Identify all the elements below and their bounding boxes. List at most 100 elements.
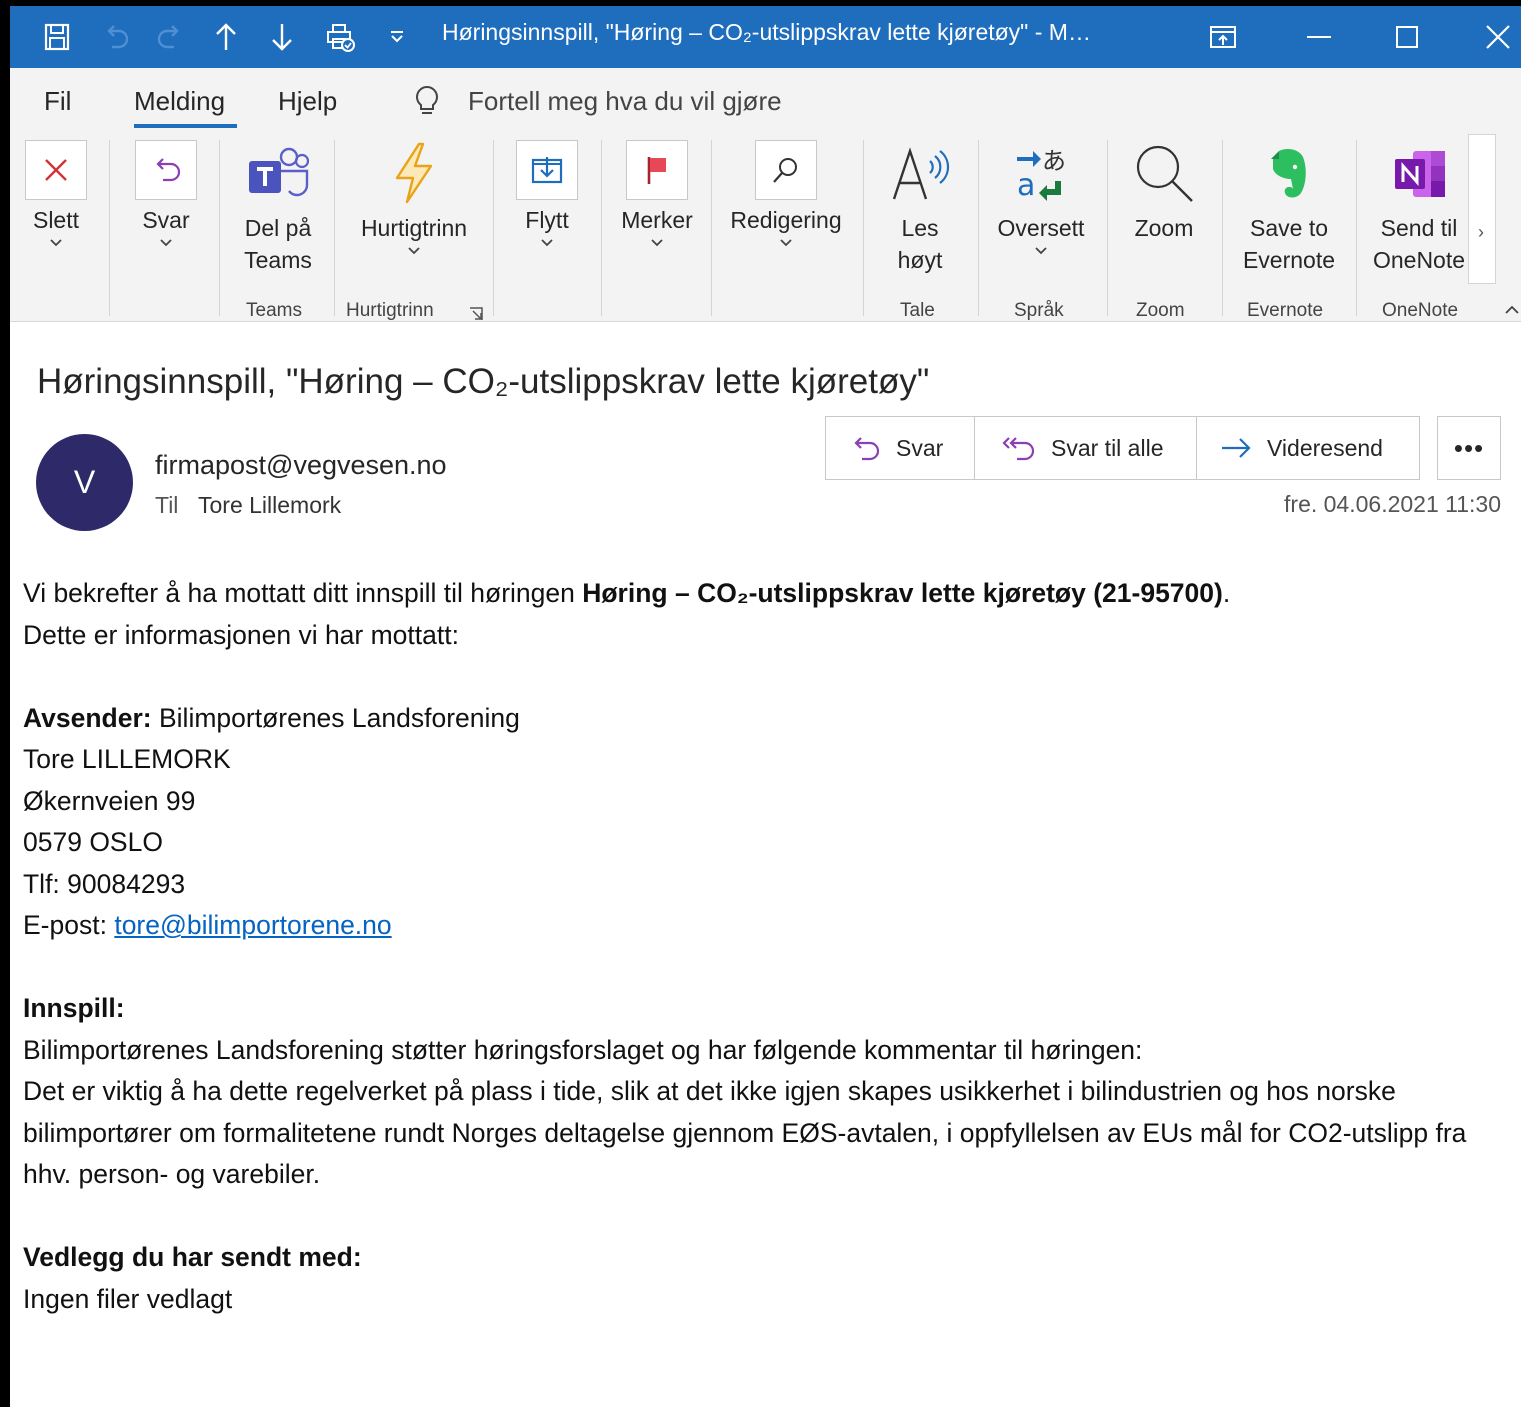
- chevron-down-icon: [160, 239, 172, 247]
- editing-button[interactable]: Redigering: [724, 134, 848, 284]
- window-title: Høringsinnspill, "Høring – CO₂-utslippsk…: [442, 19, 1091, 45]
- more-actions-button[interactable]: •••: [1437, 416, 1501, 480]
- quicksteps-button[interactable]: Hurtigtrinn: [350, 134, 478, 284]
- ribbon-divider: [863, 140, 864, 316]
- sender-street: Økernveien 99: [23, 785, 196, 816]
- arrow-up-icon[interactable]: [207, 18, 245, 56]
- tags-button[interactable]: Merker: [617, 134, 697, 284]
- svg-text:a: a: [1017, 168, 1035, 203]
- tab-fil[interactable]: Fil: [44, 86, 71, 117]
- quicksteps-label: Hurtigtrinn: [360, 215, 468, 241]
- onenote-label-2: OneNote: [1372, 247, 1466, 273]
- share-to-teams-button[interactable]: Del på Teams: [234, 134, 322, 284]
- body-intro-bold: Høring – CO₂-utslippskrav lette kjøretøy…: [582, 578, 1223, 608]
- body-intro-end: .: [1222, 578, 1231, 608]
- screenshot-frame: Høringsinnspill, "Høring – CO₂-utslippsk…: [0, 0, 1521, 1407]
- onenote-label-1: Send til: [1380, 215, 1458, 241]
- ribbon-divider: [493, 140, 494, 316]
- ribbon-divider: [1222, 140, 1223, 316]
- delete-icon: [25, 140, 87, 200]
- redo-icon[interactable]: [151, 18, 189, 56]
- reply-all-action-label: Svar til alle: [1051, 434, 1164, 461]
- sender-phone: Tlf: 90084293: [23, 868, 186, 899]
- ribbon-divider: [334, 140, 335, 316]
- sender-org: Bilimportørenes Landsforening: [151, 702, 520, 733]
- evernote-label-1: Save to: [1250, 215, 1328, 241]
- tab-hjelp[interactable]: Hjelp: [278, 86, 337, 117]
- evernote-label-2: Evernote: [1242, 247, 1336, 273]
- translate-icon: あa: [1006, 138, 1076, 208]
- ribbon-scroll-button[interactable]: [1468, 134, 1496, 284]
- close-icon[interactable]: [1475, 14, 1521, 60]
- group-label-zoom: Zoom: [1136, 300, 1185, 321]
- teams-label-2: Teams: [244, 247, 312, 273]
- input-paragraph: Det er viktig å ha dette regelverket på …: [23, 1076, 1467, 1189]
- recipient-name[interactable]: Tore Lillemork: [198, 492, 341, 519]
- read-aloud-icon: [885, 138, 955, 208]
- reply-action-button[interactable]: Svar: [826, 417, 975, 479]
- reply-all-action-button[interactable]: Svar til alle: [975, 417, 1197, 479]
- customize-toolbar-icon[interactable]: [378, 18, 416, 56]
- move-folder-icon: [516, 140, 578, 200]
- sender-address[interactable]: firmapost@vegvesen.no: [155, 450, 447, 481]
- teams-label-1: Del på: [244, 215, 312, 241]
- input-label: Innspill:: [23, 993, 125, 1023]
- send-to-onenote-button[interactable]: Send til OneNote: [1372, 134, 1466, 284]
- group-label-language: Språk: [1014, 300, 1064, 321]
- outlook-message-window: Høringsinnspill, "Høring – CO₂-utslippsk…: [10, 6, 1521, 1407]
- active-tab-indicator: [134, 124, 237, 128]
- ribbon-display-options-icon[interactable]: [1200, 14, 1246, 60]
- forward-action-button[interactable]: Videresend: [1197, 417, 1419, 479]
- chevron-down-icon: [50, 239, 62, 247]
- minimize-icon[interactable]: [1296, 14, 1342, 60]
- forward-action-label: Videresend: [1267, 434, 1383, 461]
- undo-icon[interactable]: [97, 18, 135, 56]
- body-intro-line2: Dette er informasjonen vi har mottatt:: [23, 619, 459, 650]
- attachments-value: Ingen filer vedlagt: [23, 1283, 233, 1314]
- reply-icon: [135, 140, 197, 200]
- group-label-teams: Teams: [246, 300, 302, 321]
- reply-label: Svar: [142, 207, 190, 233]
- move-label: Flytt: [525, 207, 569, 233]
- save-icon[interactable]: [38, 18, 76, 56]
- sender-name: Tore LILLEMORK: [23, 744, 231, 774]
- ribbon-divider: [978, 140, 979, 316]
- group-label-onenote: OneNote: [1382, 300, 1459, 321]
- sender-label: Avsender:: [23, 702, 152, 733]
- email-label: E-post:: [23, 910, 115, 940]
- dialog-launcher-icon[interactable]: [468, 306, 484, 322]
- title-bar: Høringsinnspill, "Høring – CO₂-utslippsk…: [10, 6, 1521, 68]
- group-label-quicksteps: Hurtigtrinn: [346, 300, 434, 321]
- flag-icon: [626, 140, 688, 200]
- arrow-down-icon[interactable]: [263, 18, 301, 56]
- message-actions: Svar Svar til alle Videresend: [825, 416, 1420, 480]
- print-options-icon[interactable]: [321, 18, 359, 56]
- save-to-evernote-button[interactable]: Save to Evernote: [1236, 134, 1342, 284]
- email-link[interactable]: tore@bilimportorene.no: [114, 910, 391, 940]
- chevron-right-icon[interactable]: ›: [1478, 222, 1484, 243]
- chevron-down-icon: [408, 247, 420, 255]
- tell-me-search[interactable]: Fortell meg hva du vil gjøre: [468, 86, 782, 117]
- group-label-evernote: Evernote: [1247, 300, 1324, 321]
- ribbon: Slett Svar Del på Teams Teams Hurtigtrin…: [10, 134, 1521, 322]
- translate-button[interactable]: あa Oversett: [994, 134, 1088, 284]
- avatar: V: [36, 434, 133, 531]
- lightbulb-icon[interactable]: [412, 84, 442, 123]
- group-label-speech: Tale: [900, 300, 935, 321]
- attachments-label: Vedlegg du har sendt med:: [23, 1242, 362, 1272]
- reply-button[interactable]: Svar: [132, 134, 200, 284]
- search-icon: [755, 140, 817, 200]
- read-aloud-button[interactable]: Les høyt: [882, 134, 958, 284]
- maximize-icon[interactable]: [1384, 14, 1430, 60]
- read-aloud-label-1: Les: [901, 215, 939, 241]
- ribbon-divider: [1107, 140, 1108, 316]
- chevron-up-icon[interactable]: [1504, 304, 1520, 316]
- message-body: Vi bekrefter å ha mottatt ditt innspill …: [23, 573, 1503, 1320]
- svg-text:あ: あ: [1042, 147, 1066, 175]
- delete-button[interactable]: Slett: [22, 134, 90, 284]
- reply-action-label: Svar: [896, 434, 944, 461]
- tab-melding[interactable]: Melding: [134, 86, 225, 117]
- zoom-button[interactable]: Zoom: [1124, 134, 1204, 284]
- move-button[interactable]: Flytt: [513, 134, 581, 284]
